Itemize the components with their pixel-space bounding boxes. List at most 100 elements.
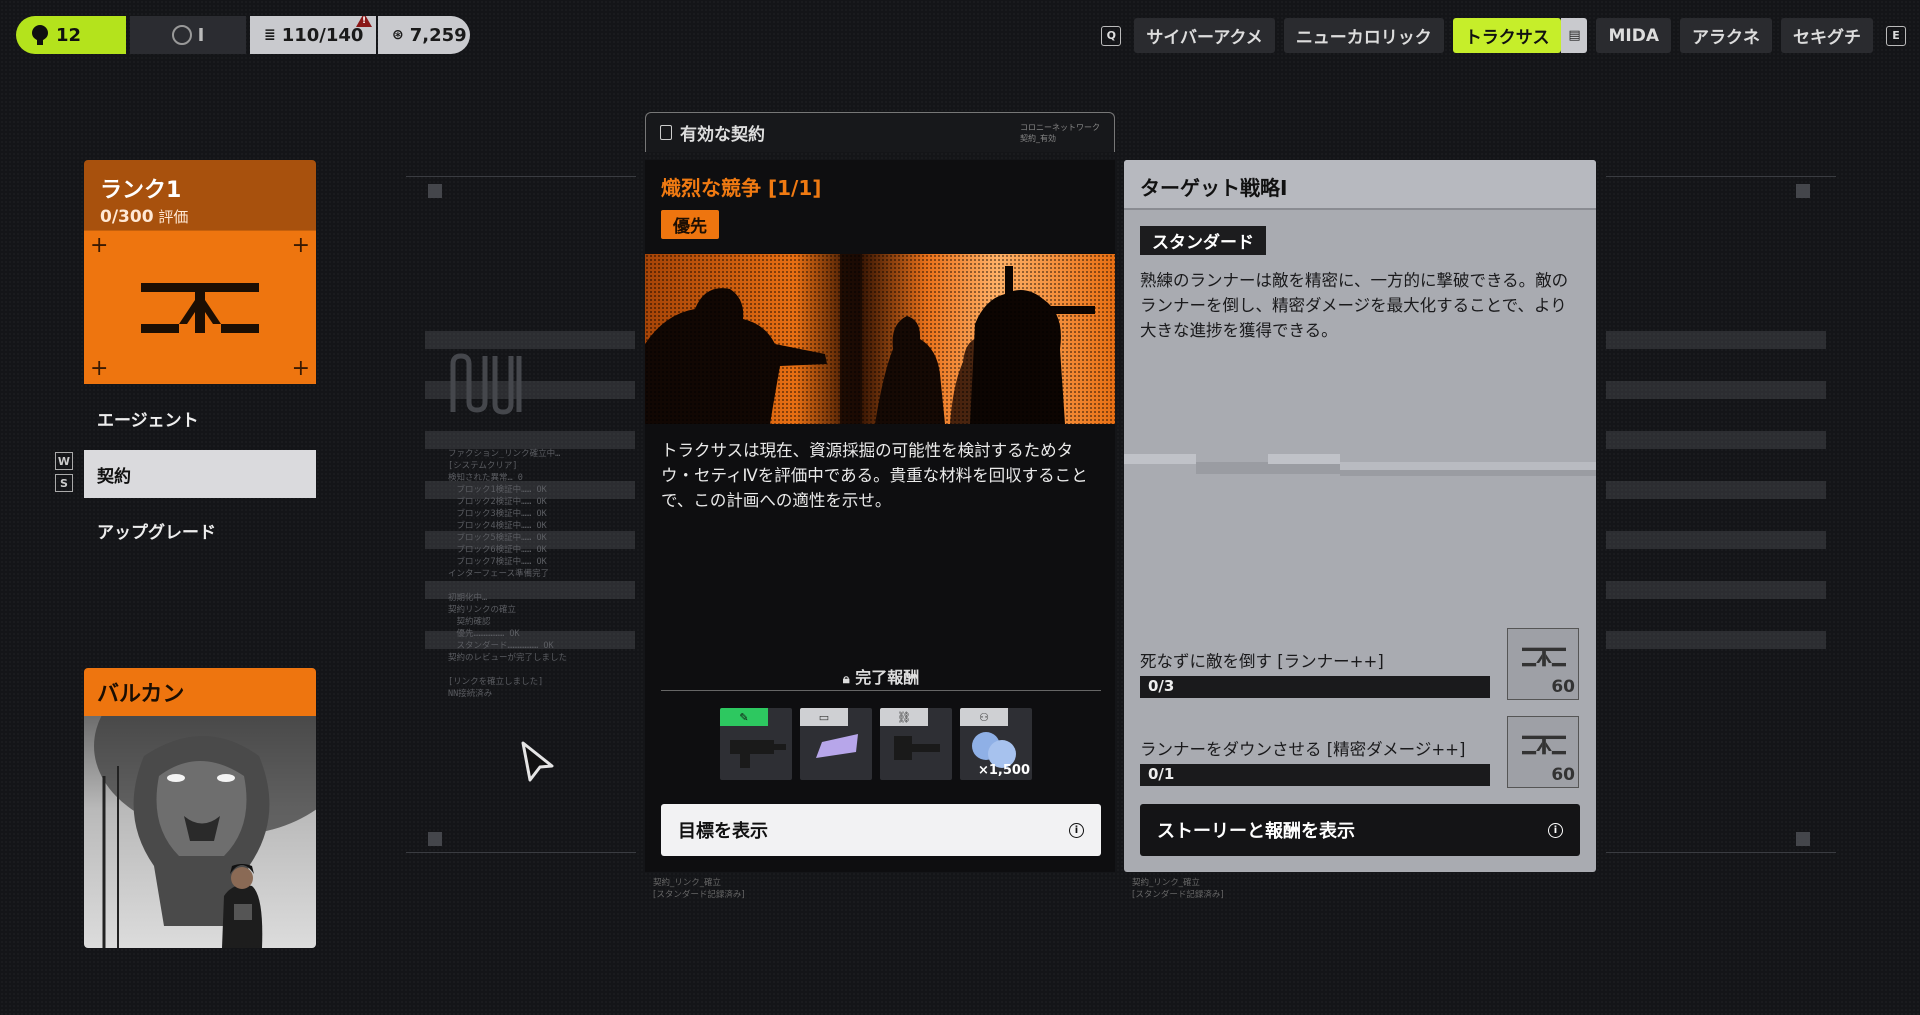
objective-progress: 0/3 — [1140, 676, 1490, 698]
tab-traxus[interactable]: トラクサス — [1452, 18, 1562, 53]
level-icon — [32, 25, 48, 45]
level-value: 12 — [56, 24, 82, 46]
active-contract-label: 有効な契約 — [680, 125, 765, 145]
frame-line — [406, 852, 636, 853]
agent-portrait-art — [94, 716, 316, 948]
weapon-tag-icon: ✎ — [720, 708, 768, 726]
standard-badge: スタンダード — [1140, 226, 1266, 255]
faction-tabs: Q サイバーアクメ ニューカロリック トラクサス ▤ MIDA アラクネ セキグ… — [1097, 18, 1910, 53]
frame-corner — [1796, 184, 1810, 198]
loadout-slot[interactable]: I — [130, 16, 246, 54]
objective-progress: 0/1 — [1140, 764, 1490, 786]
currency: ⊛ 7,259 — [378, 16, 470, 54]
rank-title: ランク1 — [100, 178, 182, 203]
contract-image — [645, 254, 1115, 424]
info-icon: i — [1069, 822, 1084, 838]
reward-divider — [661, 690, 1101, 691]
reward-item[interactable]: ✎ — [720, 708, 792, 780]
contract-art — [645, 254, 1095, 424]
glitch-decor — [1124, 454, 1596, 476]
rank-card[interactable]: ランク1 0/300 評価 + + + + — [84, 160, 316, 384]
reward-qty: ×1,500 — [977, 763, 1030, 778]
frame-corner — [1796, 832, 1810, 846]
credit-icon: ⊛ — [392, 27, 404, 43]
priority-badge: 優先 — [661, 210, 719, 239]
frame-line — [1606, 852, 1836, 853]
contract-description: トラクサスは現在、資源採掘の可能性を検討するためタウ・セティⅣを評価中である。貴… — [661, 441, 1088, 510]
nav-item-upgrades[interactable]: アップグレード — [84, 506, 316, 554]
frame-line — [406, 176, 636, 177]
traxus-emblem-icon — [1522, 647, 1566, 667]
plus-icon: + — [291, 356, 310, 381]
objective-points: 60 — [1551, 677, 1575, 697]
traxus-watermark-icon — [450, 353, 522, 415]
frame-corner — [428, 184, 442, 198]
reward-item[interactable]: ⛓ — [880, 708, 952, 780]
lock-icon: 🔒︎ — [842, 672, 850, 687]
currency-tag-icon: ⚇ — [960, 708, 1008, 726]
circle-icon — [171, 25, 192, 45]
frame-line — [1606, 176, 1836, 177]
contract-footnote: 契約_リンク_確立 [スタンダード記録済み] — [653, 878, 745, 900]
strategy-description: 熟練のランナーは敵を精密に、一方的に撃破できる。敵のランナーを倒し、精密ダメージ… — [1140, 271, 1569, 340]
strategy-title: ターゲット戦略I — [1124, 160, 1596, 210]
inventory-value: 110/140 — [281, 24, 364, 46]
view-story-rewards-button[interactable]: ストーリーと報酬を表示 i — [1140, 804, 1580, 856]
contract-doc-icon — [660, 125, 672, 140]
rank-header: ランク1 0/300 評価 — [84, 160, 316, 230]
loadout-value: I — [197, 24, 205, 46]
tab-nucaloric[interactable]: ニューカロリック — [1283, 18, 1444, 53]
frame-corner — [428, 832, 442, 846]
objective-label: 死なずに敵を倒す [ランナー++] — [1140, 652, 1384, 671]
completion-reward-label: 🔒︎ 完了報酬 — [842, 668, 920, 687]
key-s-hint: S — [55, 474, 73, 492]
objective-label: ランナーをダウンさせる [精密ダメージ++] — [1140, 740, 1466, 759]
active-contract-tab[interactable]: 有効な契約 コロニーネットワーク 契約_有効 — [645, 112, 1115, 152]
document-icon[interactable]: ▤ — [1561, 18, 1588, 53]
key-e-hint: E — [1886, 25, 1906, 46]
mouse-cursor-icon — [521, 741, 554, 782]
objective-reward[interactable]: 60 — [1507, 716, 1579, 788]
bg-stripes — [1606, 331, 1826, 649]
rank-progress: 0/300 評価 — [100, 207, 189, 227]
currency-value: 7,259 — [409, 24, 467, 46]
key-w-hint: W — [55, 452, 73, 470]
system-log: ファクション_リンク確立中… [システムクリア] 検知された異常… 0 ブロック… — [448, 449, 568, 699]
plus-icon: + — [90, 233, 109, 258]
alert-icon: ! — [356, 16, 372, 27]
attachment-tag-icon: ⛓ — [880, 708, 928, 726]
objective-reward[interactable]: 60 — [1507, 628, 1579, 700]
tab-arachne[interactable]: アラクネ — [1680, 18, 1772, 53]
traxus-emblem-icon — [1522, 735, 1566, 755]
strategy-footnote: 契約_リンク_確立 [スタンダード記録済み] — [1132, 878, 1224, 900]
tab-sekiguchi[interactable]: セキグチ — [1781, 18, 1873, 53]
agent-name: バルカン — [84, 668, 316, 716]
key-q-hint: Q — [1101, 25, 1122, 46]
plus-icon: + — [291, 233, 310, 258]
reward-list: ✎ ▭ ⛓ ⚇ ×1,500 — [720, 708, 1032, 780]
objective-points: 60 — [1551, 765, 1575, 785]
traxus-emblem-icon — [141, 283, 259, 333]
status-bar: 12 I ≣ 110/140 ! ⊛ 7,259 — [16, 16, 470, 54]
tab-cyberacme[interactable]: サイバーアクメ — [1134, 18, 1275, 53]
contract-title: 熾烈な競争 [1/1] — [661, 176, 822, 200]
reward-item[interactable]: ▭ — [800, 708, 872, 780]
nav-item-agents[interactable]: エージェント — [84, 394, 316, 442]
plus-icon: + — [90, 356, 109, 381]
strategy-panel: ターゲット戦略I スタンダード 熟練のランナーは敵を精密に、一方的に撃破できる。… — [1124, 160, 1596, 872]
active-contract-meta: コロニーネットワーク 契約_有効 — [1020, 122, 1100, 143]
reward-item[interactable]: ⚇ ×1,500 — [960, 708, 1032, 780]
inventory-capacity[interactable]: ≣ 110/140 ! — [250, 16, 376, 54]
rank-emblem-panel: + + + + — [84, 230, 316, 384]
chip-tag-icon: ▭ — [800, 708, 848, 726]
contract-panel: 熾烈な競争 [1/1] 優先 トラクサスは現在、資源採掘の可能性を検討するためタ… — [645, 160, 1115, 872]
agent-portrait — [84, 716, 316, 948]
side-nav: エージェント 契約 アップグレード — [84, 394, 316, 562]
view-objectives-button[interactable]: 目標を表示 i — [661, 804, 1101, 856]
agent-card[interactable]: バルカン — [84, 668, 316, 948]
stack-icon: ≣ — [264, 27, 276, 43]
player-level: 12 — [16, 16, 126, 54]
tab-mida[interactable]: MIDA — [1596, 18, 1671, 53]
info-icon: i — [1548, 822, 1563, 838]
nav-item-contracts[interactable]: 契約 — [84, 450, 316, 498]
